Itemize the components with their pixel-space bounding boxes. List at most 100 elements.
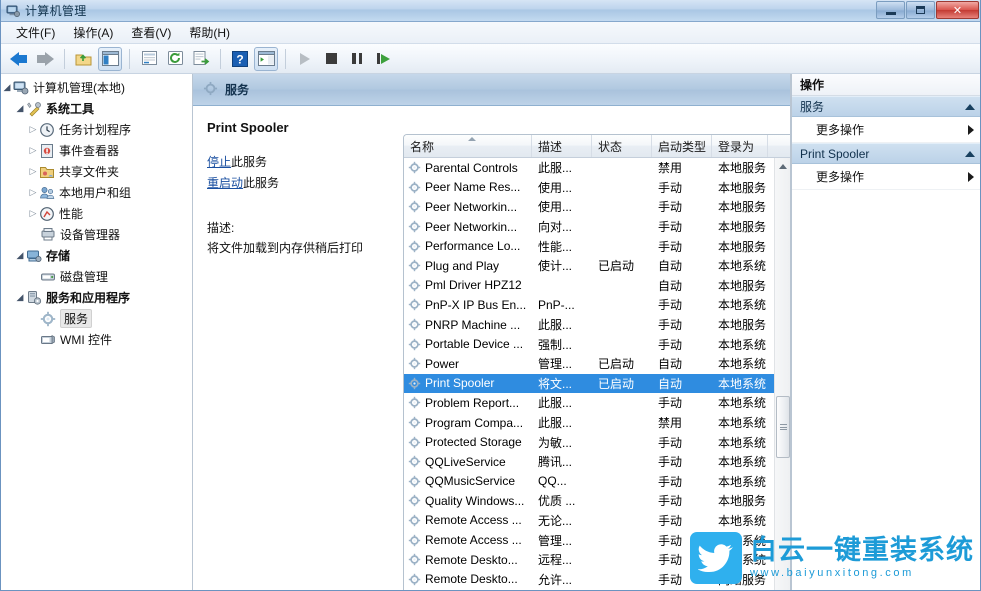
tree-node-computer-management[interactable]: 计算机管理(本地) [1, 77, 192, 98]
help-button[interactable]: ? [228, 47, 252, 71]
expander-icon[interactable] [14, 292, 26, 303]
tree-node-shared-folders[interactable]: 共享文件夹 [1, 161, 192, 182]
column-description[interactable]: 描述 [532, 135, 592, 157]
tree-node-wmi-control[interactable]: WMI 控件 [1, 329, 192, 350]
service-row[interactable]: Remote Access ...管理...手动本地系统 [404, 530, 774, 550]
service-row[interactable]: Remote Deskto...允许...手动网络服务 [404, 569, 774, 589]
service-name-cell: Power [404, 357, 532, 371]
stop-service-link[interactable]: 停止 [207, 155, 231, 169]
scrollbar-thumb[interactable] [776, 396, 790, 458]
show-action-pane-button[interactable] [254, 47, 278, 71]
tree-node-services-applications[interactable]: 服务和应用程序 [1, 287, 192, 308]
expander-icon[interactable] [27, 145, 39, 156]
scroll-up-button[interactable] [775, 158, 790, 175]
actions-section-services[interactable]: 服务 [792, 96, 981, 117]
chevron-up-icon[interactable] [965, 151, 975, 157]
title-bar[interactable]: 计算机管理 ✕ [1, 0, 981, 22]
service-row[interactable]: Power管理...已启动自动本地系统 [404, 354, 774, 374]
column-startup-type[interactable]: 启动类型 [652, 135, 712, 157]
service-row[interactable]: Plug and Play使计...已启动自动本地系统 [404, 256, 774, 276]
tree-node-performance[interactable]: 性能 [1, 203, 192, 224]
expander-icon[interactable] [27, 187, 39, 198]
show-hide-tree-button[interactable] [98, 47, 122, 71]
refresh-button[interactable] [163, 47, 187, 71]
menu-help[interactable]: 帮助(H) [180, 22, 239, 43]
expander-icon[interactable] [1, 82, 13, 93]
service-row[interactable]: Quality Windows...优质 ...手动本地服务 [404, 491, 774, 511]
more-actions-services[interactable]: 更多操作 [792, 117, 981, 143]
expander-icon[interactable] [14, 250, 26, 261]
restart-service-link-row[interactable]: 重启动此服务 [207, 174, 403, 191]
maximize-button[interactable] [906, 1, 935, 19]
tree-node-label: 服务和应用程序 [46, 289, 130, 306]
tree-node-system-tools[interactable]: 系统工具 [1, 98, 192, 119]
up-one-level-button[interactable] [72, 47, 96, 71]
service-row[interactable]: Peer Name Res...使用...手动本地服务 [404, 178, 774, 198]
start-service-button[interactable] [293, 47, 317, 71]
service-row[interactable]: Performance Lo...性能...手动本地服务 [404, 236, 774, 256]
service-row[interactable]: Peer Networkin...向对...手动本地服务 [404, 217, 774, 237]
tree-node-task-scheduler[interactable]: 任务计划程序 [1, 119, 192, 140]
disk-management-icon [40, 269, 56, 285]
tree-node-storage[interactable]: 存储 [1, 245, 192, 266]
column-status[interactable]: 状态 [592, 135, 652, 157]
service-row[interactable]: PnP-X IP Bus En...PnP-...手动本地系统 [404, 295, 774, 315]
tree-node-device-manager[interactable]: 设备管理器 [1, 224, 192, 245]
tree-node-local-users-groups[interactable]: 本地用户和组 [1, 182, 192, 203]
service-row[interactable]: Pml Driver HPZ12自动本地服务 [404, 276, 774, 296]
tree-node-disk-management[interactable]: 磁盘管理 [1, 266, 192, 287]
stop-service-link-row[interactable]: 停止此服务 [207, 153, 403, 170]
service-row[interactable]: Problem Report...此服...手动本地系统 [404, 393, 774, 413]
tree-node-label: 服务 [60, 309, 92, 328]
service-row[interactable]: Program Compa...此服...禁用本地系统 [404, 413, 774, 433]
actions-section-print-spooler[interactable]: Print Spooler [792, 143, 981, 164]
column-name[interactable]: 名称 [404, 135, 532, 157]
toolbar-separator [129, 49, 130, 69]
restart-service-button[interactable] [371, 47, 395, 71]
more-actions-print-spooler[interactable]: 更多操作 [792, 164, 981, 190]
service-gear-icon [408, 553, 421, 566]
help-icon: ? [232, 51, 248, 67]
tree-node-label: 性能 [59, 205, 83, 222]
menu-view[interactable]: 查看(V) [122, 22, 180, 43]
tree-node-services[interactable]: 服务 [1, 308, 192, 329]
minimize-button[interactable] [876, 1, 905, 19]
menu-file[interactable]: 文件(F) [7, 22, 64, 43]
service-startup-type-cell: 手动 [652, 473, 712, 490]
expander-icon[interactable] [27, 124, 39, 135]
window-title: 计算机管理 [25, 2, 87, 19]
column-log-on-as[interactable]: 登录为 [712, 135, 768, 157]
stop-service-button[interactable] [319, 47, 343, 71]
vertical-scrollbar[interactable] [774, 158, 790, 591]
chevron-up-icon[interactable] [965, 104, 975, 110]
properties-button[interactable] [137, 47, 161, 71]
tree-node-event-viewer[interactable]: 事件查看器 [1, 140, 192, 161]
tree-pane-icon [102, 51, 119, 66]
service-description-cell: 此服... [532, 414, 592, 431]
console-tree[interactable]: 计算机管理(本地) 系统工具 任务计划程序 [1, 74, 193, 591]
expander-icon[interactable] [27, 208, 39, 219]
expander-icon[interactable] [14, 103, 26, 114]
service-row[interactable]: Print Spooler将文...已启动自动本地系统 [404, 374, 774, 394]
tree-node-label: 共享文件夹 [59, 163, 119, 180]
pause-service-button[interactable] [345, 47, 369, 71]
service-row[interactable]: QQLiveService腾讯...手动本地系统 [404, 452, 774, 472]
service-row[interactable]: PNRP Machine ...此服...手动本地服务 [404, 315, 774, 335]
services-list-rows[interactable]: Parental Controls此服...禁用本地服务Peer Name Re… [404, 158, 774, 591]
export-list-button[interactable] [189, 47, 213, 71]
back-button[interactable] [7, 47, 31, 71]
service-row[interactable]: Parental Controls此服...禁用本地服务 [404, 158, 774, 178]
service-row[interactable]: Protected Storage为敏...手动本地系统 [404, 432, 774, 452]
forward-button[interactable] [33, 47, 57, 71]
column-header-label: 启动类型 [658, 138, 706, 155]
service-row[interactable]: Portable Device ...强制...手动本地系统 [404, 334, 774, 354]
expander-icon[interactable] [27, 166, 39, 177]
service-name-cell: Remote Access ... [404, 533, 532, 547]
service-row[interactable]: Remote Deskto...远程...手动本地系统 [404, 550, 774, 570]
menu-action[interactable]: 操作(A) [64, 22, 122, 43]
service-row[interactable]: Peer Networkin...使用...手动本地服务 [404, 197, 774, 217]
close-button[interactable]: ✕ [936, 1, 979, 19]
service-row[interactable]: QQMusicServiceQQ...手动本地系统 [404, 472, 774, 492]
restart-service-link[interactable]: 重启动 [207, 176, 243, 190]
service-row[interactable]: Remote Access ...无论...手动本地系统 [404, 511, 774, 531]
